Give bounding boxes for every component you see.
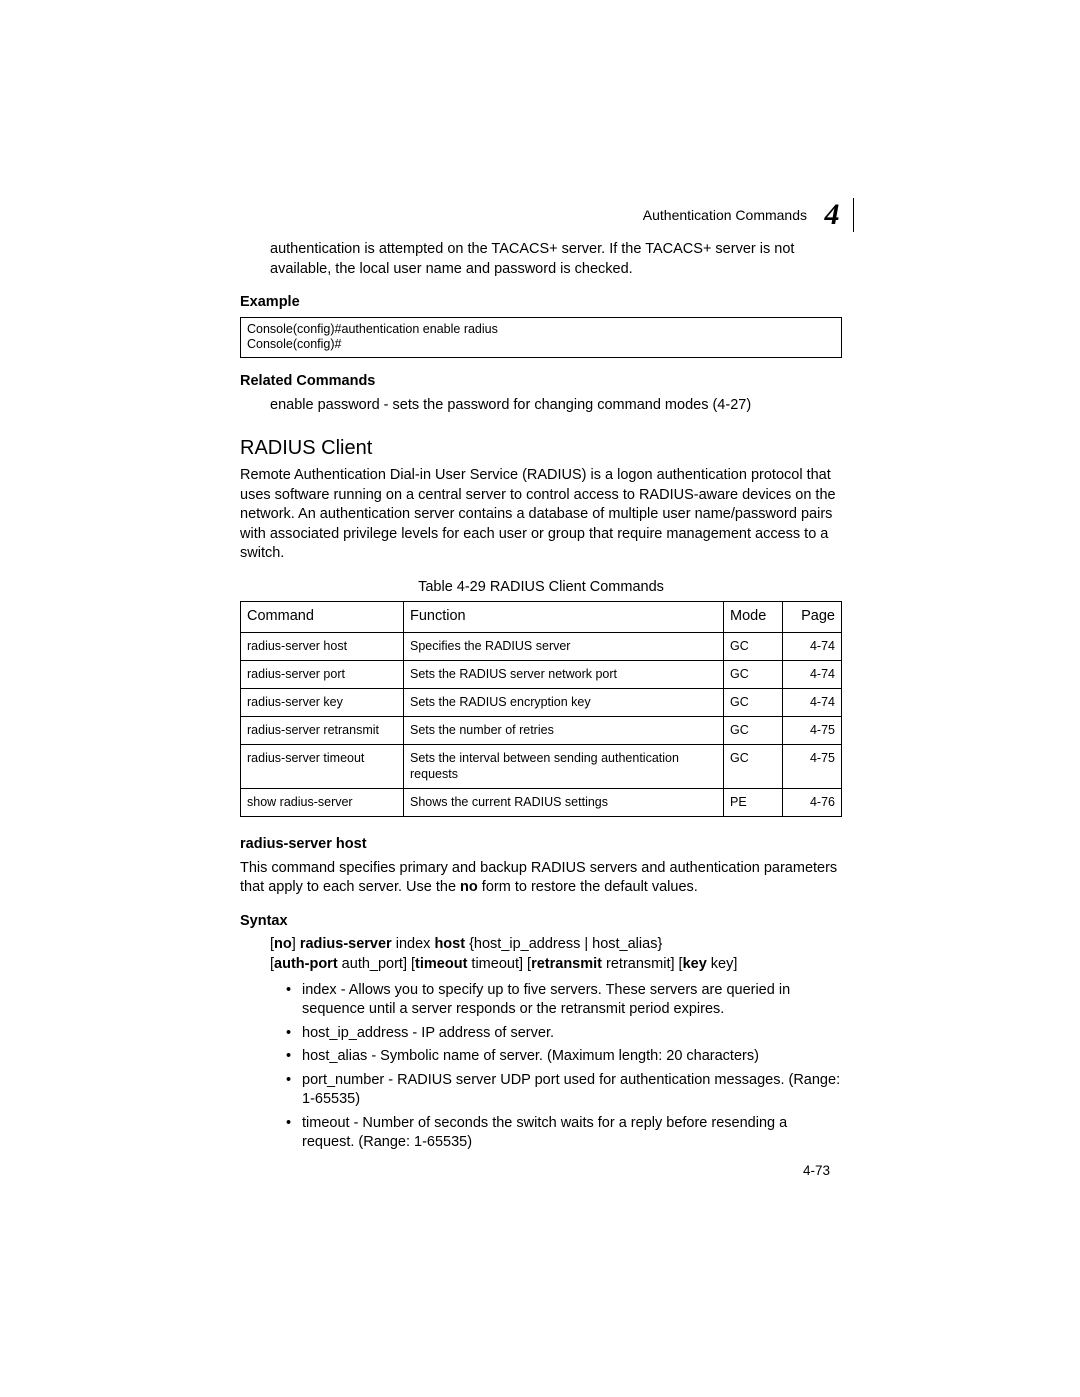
cell-function: Sets the RADIUS encryption key <box>404 688 724 716</box>
cell-mode: GC <box>724 688 783 716</box>
cell-function: Sets the interval between sending authen… <box>404 744 724 789</box>
header-title: Authentication Commands <box>643 206 807 225</box>
section-title: RADIUS Client <box>240 435 842 462</box>
cell-command: radius-server timeout <box>241 744 404 789</box>
table-row: radius-server host Specifies the RADIUS … <box>241 633 842 661</box>
cell-page: 4-75 <box>783 744 842 789</box>
page-content: authentication is attempted on the TACAC… <box>240 240 842 1157</box>
table-row: radius-server key Sets the RADIUS encryp… <box>241 688 842 716</box>
col-command: Command <box>241 602 404 633</box>
intro-paragraph: authentication is attempted on the TACAC… <box>270 240 842 279</box>
cell-command: radius-server host <box>241 633 404 661</box>
section-text: Remote Authentication Dial-in User Servi… <box>240 466 842 564</box>
table-row: radius-server timeout Sets the interval … <box>241 744 842 789</box>
cell-mode: GC <box>724 716 783 744</box>
cell-mode: GC <box>724 660 783 688</box>
header-divider <box>853 198 854 232</box>
cell-command: radius-server key <box>241 688 404 716</box>
cell-function: Sets the RADIUS server network port <box>404 660 724 688</box>
command-description: This command specifies primary and backu… <box>240 859 842 898</box>
list-item: timeout - Number of seconds the switch w… <box>286 1114 842 1153</box>
cell-mode: PE <box>724 789 783 817</box>
chapter-number: 4 <box>821 195 843 236</box>
cmd-text-bold: no <box>460 879 478 895</box>
list-item: host_alias - Symbolic name of server. (M… <box>286 1047 842 1067</box>
page: Authentication Commands 4 authentication… <box>0 0 1080 1397</box>
syntax-line-1: [no] radius-server index host {host_ip_a… <box>270 935 842 974</box>
cell-command: show radius-server <box>241 789 404 817</box>
list-item: port_number - RADIUS server UDP port use… <box>286 1071 842 1110</box>
cell-command: radius-server port <box>241 660 404 688</box>
table-row: radius-server port Sets the RADIUS serve… <box>241 660 842 688</box>
list-item: index - Allows you to specify up to five… <box>286 981 842 1020</box>
col-page: Page <box>783 602 842 633</box>
page-number: 4-73 <box>803 1162 830 1180</box>
table-header-row: Command Function Mode Page <box>241 602 842 633</box>
col-mode: Mode <box>724 602 783 633</box>
page-header: Authentication Commands 4 <box>643 195 854 236</box>
syntax-bullet-list: index - Allows you to specify up to five… <box>286 981 842 1154</box>
table-row: radius-server retransmit Sets the number… <box>241 716 842 744</box>
col-function: Function <box>404 602 724 633</box>
example-box: Console(config)#authentication enable ra… <box>240 317 842 358</box>
example-heading: Example <box>240 293 842 313</box>
related-commands-text: enable password - sets the password for … <box>270 396 842 416</box>
cell-page: 4-74 <box>783 688 842 716</box>
cell-command: radius-server retransmit <box>241 716 404 744</box>
cell-page: 4-75 <box>783 716 842 744</box>
commands-table: Command Function Mode Page radius-server… <box>240 601 842 817</box>
related-commands-heading: Related Commands <box>240 372 842 392</box>
command-heading: radius-server host <box>240 835 842 855</box>
cell-page: 4-76 <box>783 789 842 817</box>
syntax-heading: Syntax <box>240 912 842 932</box>
cell-page: 4-74 <box>783 660 842 688</box>
cell-mode: GC <box>724 744 783 789</box>
cell-function: Shows the current RADIUS settings <box>404 789 724 817</box>
table-caption: Table 4-29 RADIUS Client Commands <box>240 578 842 598</box>
cell-function: Specifies the RADIUS server <box>404 633 724 661</box>
cmd-text-2: form to restore the default values. <box>478 879 698 895</box>
cell-page: 4-74 <box>783 633 842 661</box>
cell-function: Sets the number of retries <box>404 716 724 744</box>
list-item: host_ip_address - IP address of server. <box>286 1024 842 1044</box>
cell-mode: GC <box>724 633 783 661</box>
table-row: show radius-server Shows the current RAD… <box>241 789 842 817</box>
